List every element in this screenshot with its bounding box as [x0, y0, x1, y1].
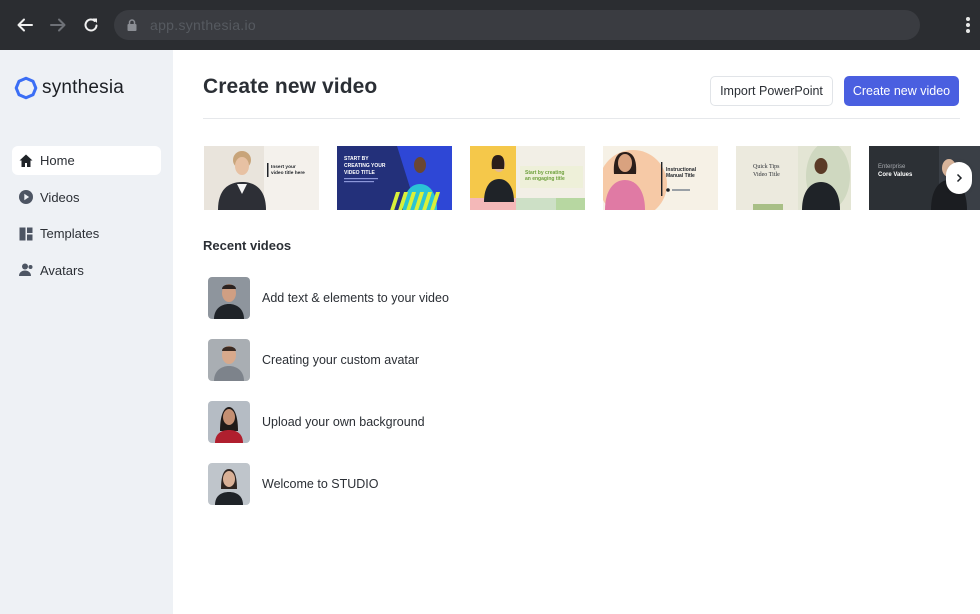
svg-text:CREATING YOUR: CREATING YOUR [344, 163, 386, 169]
header-divider [203, 118, 960, 119]
templates-icon [18, 226, 34, 242]
logo-text: synthesia [42, 77, 125, 98]
video-title: Add text & elements to your video [262, 291, 449, 305]
page-title: Create new video [203, 75, 378, 98]
reload-icon [84, 18, 97, 32]
svg-text:Insert your: Insert your [271, 164, 296, 170]
video-thumbnail[interactable] [208, 339, 250, 381]
url-text: app.synthesia.io [150, 17, 256, 33]
sidebar: synthesia Home Videos Templates Avatars [0, 50, 173, 614]
sidebar-item-label: Home [40, 153, 75, 168]
svg-text:video title here: video title here [271, 170, 305, 176]
template-card[interactable]: Quick Tips Video Title [736, 146, 851, 210]
list-item[interactable]: Upload your own background [208, 401, 449, 443]
sidebar-item-avatars[interactable]: Avatars [12, 256, 161, 285]
video-thumbnail[interactable] [208, 463, 250, 505]
svg-text:an engaging title: an engaging title [525, 176, 565, 182]
svg-text:Video Title: Video Title [753, 172, 780, 178]
arrow-right-icon [49, 18, 65, 32]
reload-button[interactable] [74, 0, 107, 50]
svg-text:Quick Tips: Quick Tips [753, 164, 780, 170]
import-powerpoint-button[interactable]: Import PowerPoint [710, 76, 833, 106]
recent-videos-heading: Recent videos [203, 238, 292, 253]
video-title: Creating your custom avatar [262, 353, 420, 367]
svg-text:Core Values: Core Values [878, 172, 913, 178]
logo[interactable]: synthesia [14, 76, 124, 100]
template-card[interactable]: START BY CREATING YOUR VIDEO TITLE [337, 146, 452, 210]
template-carousel: Insert your video title here START BY CR… [204, 146, 980, 210]
avatars-icon [18, 262, 34, 278]
recent-videos-list: Add text & elements to your video Creati… [208, 277, 449, 525]
template-card[interactable]: Start by creating an engaging title [470, 146, 585, 210]
chevron-right-icon [956, 173, 963, 183]
arrow-left-icon [17, 18, 33, 32]
sidebar-nav: Home Videos Templates Avatars [12, 146, 161, 292]
video-thumbnail[interactable] [208, 401, 250, 443]
sidebar-item-videos[interactable]: Videos [12, 183, 161, 212]
list-item[interactable]: Welcome to STUDIO [208, 463, 449, 505]
play-circle-icon [18, 189, 34, 205]
template-card[interactable]: Instructional Manual Title [603, 146, 718, 210]
main-content: Create new video Import PowerPoint Creat… [173, 50, 980, 614]
back-button[interactable] [8, 0, 41, 50]
video-thumbnail[interactable] [208, 277, 250, 319]
video-title: Upload your own background [262, 415, 425, 429]
browser-toolbar: app.synthesia.io [0, 0, 980, 50]
sidebar-item-templates[interactable]: Templates [12, 219, 161, 248]
sidebar-item-label: Videos [40, 189, 80, 205]
list-item[interactable]: Add text & elements to your video [208, 277, 449, 319]
svg-text:Manual Title: Manual Title [666, 173, 695, 179]
home-icon [18, 153, 34, 169]
sidebar-item-label: Avatars [40, 262, 84, 278]
video-title: Welcome to STUDIO [262, 477, 379, 491]
lock-icon [127, 19, 137, 31]
forward-button[interactable] [41, 0, 74, 50]
address-bar[interactable]: app.synthesia.io [114, 10, 920, 40]
template-card[interactable]: Insert your video title here [204, 146, 319, 210]
sidebar-item-label: Templates [40, 226, 100, 241]
list-item[interactable]: Creating your custom avatar [208, 339, 449, 381]
synthesia-logo-icon [14, 76, 38, 100]
create-new-video-button[interactable]: Create new video [844, 76, 959, 106]
browser-menu-icon[interactable] [966, 17, 970, 33]
sidebar-item-home[interactable]: Home [12, 146, 161, 175]
svg-text:Enterprise: Enterprise [878, 164, 906, 170]
svg-text:VIDEO TITLE: VIDEO TITLE [344, 170, 376, 176]
carousel-next-button[interactable] [946, 162, 972, 194]
svg-text:START BY: START BY [344, 156, 369, 162]
